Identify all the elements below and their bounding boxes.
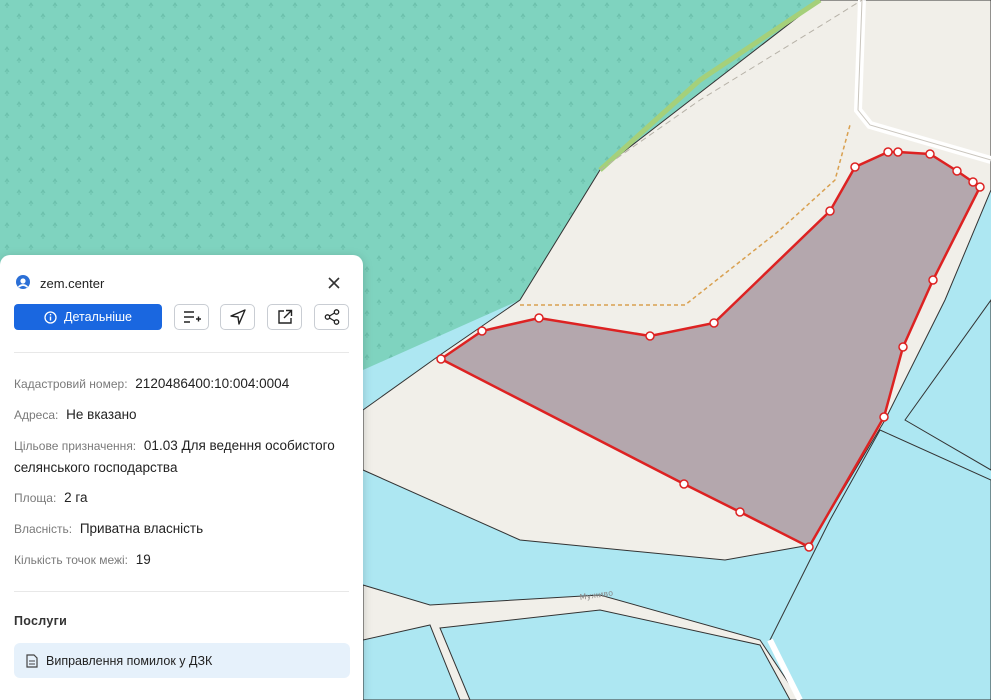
external-link-icon	[277, 309, 292, 324]
parcel-vertex[interactable]	[883, 147, 893, 157]
service-dzk-correction[interactable]: Виправлення помилок у ДЗК	[14, 643, 350, 678]
divider	[14, 352, 349, 353]
ownership-value: Приватна власність	[79, 521, 204, 536]
parcel-vertex[interactable]	[850, 162, 860, 172]
parcel-vertex[interactable]	[925, 149, 935, 159]
open-external-button[interactable]	[267, 304, 302, 330]
service-label: Виправлення помилок у ДЗК	[46, 653, 213, 668]
services-title: Послуги	[14, 614, 68, 628]
share-icon	[324, 309, 339, 325]
parcel-vertex[interactable]	[804, 542, 814, 552]
purpose-row: Цільове призначення: 01.03 Для ведення о…	[14, 435, 350, 478]
action-buttons: Детальніше	[14, 304, 350, 330]
ownership-row: Власність: Приватна власність	[14, 518, 350, 540]
parcel-vertex[interactable]	[893, 147, 903, 157]
address-label: Адреса:	[14, 408, 59, 422]
brand-name: zem.center	[40, 275, 105, 291]
parcel-vertex[interactable]	[645, 331, 655, 341]
parcel-vertex[interactable]	[735, 507, 745, 517]
boundary-points-value: 19	[135, 552, 151, 567]
cadastral-number-value: 2120486400:10:004:0004	[135, 376, 290, 391]
area-row: Площа: 2 га	[14, 487, 350, 509]
parcel-vertex[interactable]	[477, 326, 487, 336]
parcel-vertex[interactable]	[879, 412, 889, 422]
divider	[14, 591, 349, 592]
ownership-label: Власність:	[14, 522, 73, 536]
parcel-vertex[interactable]	[975, 182, 985, 192]
parcel-vertex[interactable]	[679, 479, 689, 489]
add-to-list-button[interactable]	[174, 304, 209, 330]
parcel-vertex[interactable]	[709, 318, 719, 328]
area-value: 2 га	[64, 490, 88, 505]
parcel-vertex[interactable]	[898, 342, 908, 352]
info-icon	[44, 310, 57, 324]
address-value: Не вказано	[66, 407, 137, 422]
cadastral-number-label: Кадастровий номер:	[14, 377, 128, 391]
navigation-arrow-icon	[229, 309, 246, 325]
cadastral-number-row: Кадастровий номер: 2120486400:10:004:000…	[14, 373, 350, 395]
brand-logo-icon	[16, 275, 30, 289]
purpose-label: Цільове призначення:	[14, 439, 137, 453]
parcel-vertex[interactable]	[825, 206, 835, 216]
details-button-label: Детальніше	[63, 310, 132, 324]
area-label: Площа:	[14, 491, 57, 505]
parcel-vertex[interactable]	[436, 354, 446, 364]
address-row: Адреса: Не вказано	[14, 404, 350, 426]
parcel-vertex[interactable]	[534, 313, 544, 323]
details-button[interactable]: Детальніше	[14, 304, 162, 330]
parcel-vertex[interactable]	[952, 166, 962, 176]
boundary-points-row: Кількість точок межі: 19	[14, 549, 350, 571]
parcel-vertex[interactable]	[928, 275, 938, 285]
add-list-icon	[183, 311, 201, 323]
parcel-info-panel: zem.center Детальніше Кадастровий номер:…	[0, 255, 363, 700]
panel-header: zem.center	[14, 271, 349, 295]
boundary-points-label: Кількість точок межі:	[14, 553, 129, 567]
navigate-button[interactable]	[220, 304, 255, 330]
document-icon	[26, 653, 38, 668]
share-button[interactable]	[314, 304, 349, 330]
close-icon[interactable]	[325, 274, 343, 292]
